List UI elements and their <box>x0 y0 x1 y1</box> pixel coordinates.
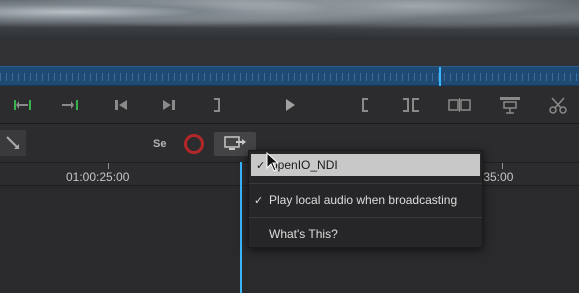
menu-separator <box>249 183 482 184</box>
transport-controls <box>0 86 579 124</box>
checkmark-icon: ✓ <box>256 158 266 172</box>
menu-item-openio-ndi[interactable]: ✓ openIO_NDI <box>251 154 480 176</box>
edit-tool-icon[interactable] <box>0 130 26 156</box>
bracket-open-icon[interactable] <box>352 94 378 116</box>
menu-item-label: Play local audio when broadcasting <box>269 193 458 207</box>
bracket-close-icon[interactable] <box>204 94 230 116</box>
play-icon[interactable] <box>277 94 303 116</box>
menu-item-label: What's This? <box>269 227 338 241</box>
checkmark-icon: ✓ <box>254 193 264 207</box>
broadcast-context-menu: ✓ openIO_NDI ✓ Play local audio when bro… <box>248 150 483 248</box>
step-back-icon[interactable] <box>108 94 134 116</box>
menu-item-play-local-audio[interactable]: ✓ Play local audio when broadcasting <box>249 189 482 211</box>
split-icon[interactable] <box>398 94 424 116</box>
broadcast-monitor-icon <box>224 136 246 150</box>
step-forward-icon[interactable] <box>156 94 182 116</box>
se-label: Se <box>153 138 167 150</box>
menu-item-label: openIO_NDI <box>271 158 338 172</box>
menu-separator <box>249 217 482 218</box>
scrubber-ticks <box>0 73 579 81</box>
ruler-tick <box>502 163 503 169</box>
record-icon[interactable] <box>184 134 204 154</box>
set-in-icon[interactable] <box>10 94 36 116</box>
compare-icon[interactable] <box>447 94 473 116</box>
scissors-icon[interactable] <box>545 94 571 116</box>
menu-item-whats-this[interactable]: What's This? <box>249 223 482 245</box>
lift-icon[interactable] <box>497 94 523 116</box>
timeline-playhead[interactable] <box>240 162 242 293</box>
scrubber-playhead[interactable] <box>439 67 441 87</box>
timeline-scrubber[interactable] <box>0 66 579 87</box>
ruler-tick <box>108 163 109 169</box>
viewer-footer <box>0 40 579 66</box>
set-out-icon[interactable] <box>58 94 84 116</box>
ruler-label: :35:00 <box>480 170 514 184</box>
video-preview <box>0 0 579 40</box>
ruler-label: 01:00:25:00 <box>66 170 130 184</box>
